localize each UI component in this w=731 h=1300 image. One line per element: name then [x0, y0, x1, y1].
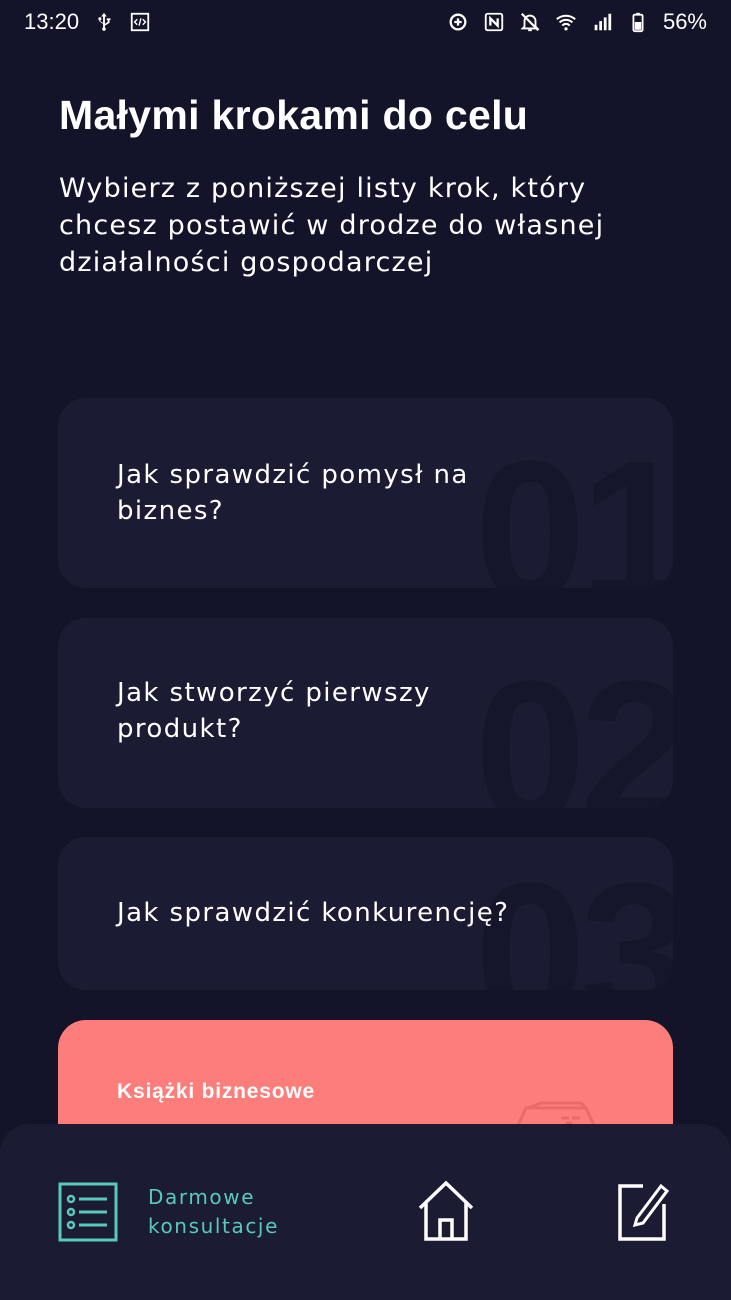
- step-card-3[interactable]: 03 Jak sprawdzić konkurencję?: [58, 837, 673, 990]
- code-icon: [129, 11, 151, 33]
- edit-icon[interactable]: [617, 1182, 669, 1242]
- nfc-icon: [483, 11, 505, 33]
- data-saver-icon: [447, 11, 469, 33]
- page-title: Małymi krokami do celu: [59, 92, 529, 138]
- nav-consult-line1: Darmowe: [148, 1185, 256, 1209]
- step-label: Jak sprawdzić konkurencję?: [117, 898, 510, 928]
- home-icon[interactable]: [417, 1180, 475, 1242]
- step-card-1[interactable]: 01 Jak sprawdzić pomysł na biznes?: [58, 398, 673, 588]
- battery-level: 56%: [662, 9, 707, 34]
- battery-icon: [627, 11, 649, 33]
- wifi-icon: [555, 11, 577, 33]
- step-card-2[interactable]: 02 Jak stworzyć pierwszy produkt?: [58, 618, 673, 808]
- step-label: Jak stworzyć pierwszy produkt?: [117, 678, 431, 744]
- status-bar: 13:20 56%: [0, 0, 731, 44]
- step-label: Jak sprawdzić pomysł na biznes?: [117, 460, 469, 526]
- usb-icon: [93, 11, 115, 33]
- bottom-nav: Darmowe konsultacje: [0, 1124, 731, 1300]
- status-time: 13:20: [24, 9, 80, 34]
- signal-icon: [591, 11, 613, 33]
- books-card-label: Książki biznesowe: [117, 1080, 315, 1103]
- checklist-icon: [58, 1182, 118, 1242]
- nav-free-consultations[interactable]: Darmowe konsultacje: [58, 1182, 279, 1242]
- page-subtitle: Wybierz z poniższej listy krok, który ch…: [59, 173, 605, 278]
- nav-consult-line2: konsultacje: [148, 1214, 279, 1238]
- mute-icon: [519, 11, 541, 33]
